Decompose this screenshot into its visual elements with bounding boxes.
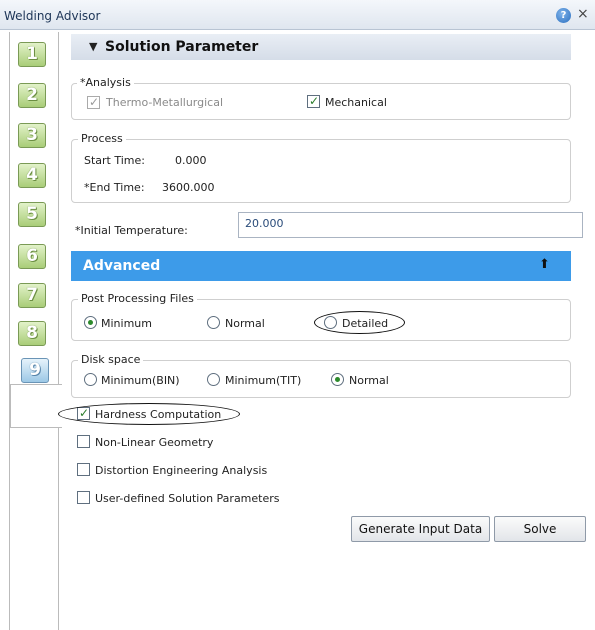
initial-temperature-label: *Initial Temperature:	[75, 224, 188, 237]
disk-minimum-bin-label: Minimum(BIN)	[101, 374, 180, 387]
step-1-button[interactable]: 1	[18, 42, 46, 67]
step-3-button[interactable]: 3	[18, 123, 46, 148]
step-8-button[interactable]: 8	[18, 321, 46, 346]
start-time-value: 0.000	[175, 154, 207, 167]
step-2-button[interactable]: 2	[18, 83, 46, 108]
post-detailed-label: Detailed	[342, 317, 389, 330]
section-title: Solution Parameter	[105, 39, 259, 55]
post-normal-label: Normal	[225, 317, 265, 330]
help-icon[interactable]: ?	[556, 8, 571, 23]
post-processing-legend: Post Processing Files	[78, 292, 197, 305]
end-time-label: *End Time:	[84, 181, 145, 194]
hardness-computation-checkbox[interactable]	[77, 406, 90, 420]
step-7-button[interactable]: 7	[18, 283, 46, 308]
user-defined-parameters-label: User-defined Solution Parameters	[95, 492, 280, 505]
non-linear-geometry-label: Non-Linear Geometry	[95, 436, 214, 449]
close-icon[interactable]: ×	[577, 6, 589, 22]
hardness-computation-label: Hardness Computation	[95, 408, 222, 421]
thermo-metallurgical-label: Thermo-Metallurgical	[106, 96, 224, 109]
distortion-analysis-label: Distortion Engineering Analysis	[95, 464, 268, 477]
mechanical-checkbox[interactable]	[307, 94, 320, 108]
end-time-value: 3600.000	[162, 181, 215, 194]
disk-minimum-bin-radio[interactable]	[84, 373, 97, 386]
solution-parameter-header[interactable]: ▼ Solution Parameter	[71, 34, 571, 60]
user-defined-parameters-checkbox[interactable]	[77, 491, 90, 504]
advanced-section-bar[interactable]: Advanced ⬆	[71, 251, 571, 281]
disk-normal-radio[interactable]	[331, 373, 344, 386]
solve-button[interactable]: Solve	[494, 516, 586, 542]
process-legend: Process	[78, 132, 126, 145]
disk-normal-label: Normal	[349, 374, 389, 387]
step-navigation: 1 2 3 4 5 6 7 8 9	[9, 32, 62, 630]
step-5-button[interactable]: 5	[18, 202, 46, 227]
step-9-button[interactable]: 9	[21, 358, 49, 383]
collapse-icon[interactable]: ⬆	[539, 257, 550, 272]
process-group	[71, 139, 571, 203]
initial-temperature-input[interactable]: 20.000	[238, 212, 583, 238]
generate-input-data-button[interactable]: Generate Input Data	[351, 516, 490, 542]
caret-down-icon: ▼	[89, 40, 98, 53]
active-step-tab	[10, 384, 62, 428]
post-minimum-label: Minimum	[101, 317, 152, 330]
distortion-analysis-checkbox[interactable]	[77, 463, 90, 476]
post-normal-radio[interactable]	[207, 316, 220, 329]
step-4-button[interactable]: 4	[18, 163, 46, 188]
window-title: Welding Advisor	[4, 9, 101, 23]
thermo-metallurgical-checkbox[interactable]	[87, 95, 100, 109]
window-titlebar: Welding Advisor ? ×	[0, 0, 595, 30]
analysis-legend: *Analysis	[77, 76, 134, 89]
disk-space-legend: Disk space	[78, 353, 144, 366]
disk-minimum-tit-radio[interactable]	[207, 373, 220, 386]
advanced-title: Advanced	[83, 258, 161, 274]
disk-minimum-tit-label: Minimum(TIT)	[225, 374, 302, 387]
step-6-button[interactable]: 6	[18, 244, 46, 269]
post-detailed-radio[interactable]	[324, 316, 337, 329]
non-linear-geometry-checkbox[interactable]	[77, 435, 90, 448]
mechanical-label: Mechanical	[325, 96, 387, 109]
post-minimum-radio[interactable]	[84, 316, 97, 329]
start-time-label: Start Time:	[84, 154, 145, 167]
